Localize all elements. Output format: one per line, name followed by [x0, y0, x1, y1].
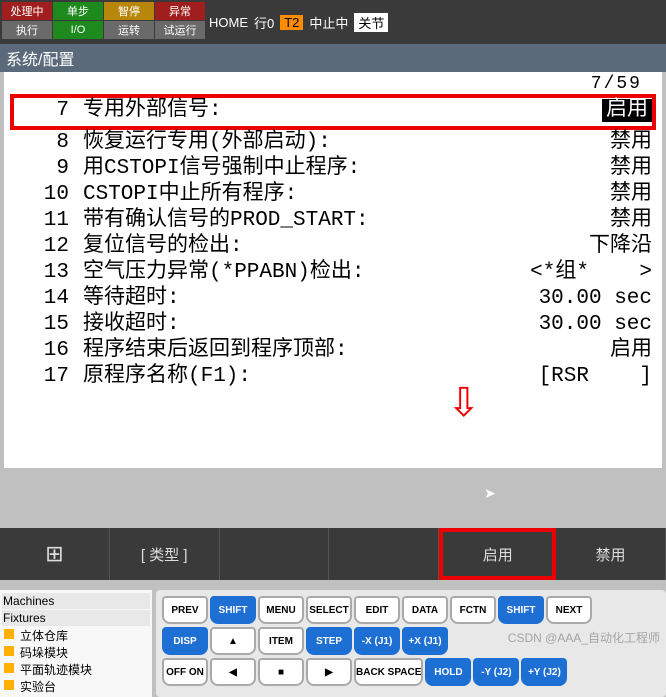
scroll-position: 7/59: [4, 72, 662, 94]
page-title: 系统/配置: [0, 44, 666, 72]
watermark: CSDN @AAA_自动化工程师: [508, 629, 660, 646]
top-btn-5[interactable]: I/O: [53, 21, 103, 39]
tree-item[interactable]: 平面轨迹模块: [2, 661, 150, 678]
key-prev[interactable]: PREV: [162, 596, 208, 624]
row-label: CSTOPI中止所有程序:: [83, 182, 512, 208]
key--x-j1-[interactable]: -X (J1): [354, 627, 400, 655]
row-label: 空气压力异常(*PPABN)检出:: [83, 260, 512, 286]
key-shift[interactable]: SHIFT: [498, 596, 544, 624]
row-value[interactable]: 30.00 sec: [512, 286, 652, 312]
tree-item[interactable]: 码垛模块: [2, 644, 150, 661]
row-number: 16: [14, 338, 83, 364]
tree-machines[interactable]: Machines: [2, 593, 150, 609]
key-edit[interactable]: EDIT: [354, 596, 400, 624]
config-row[interactable]: 13空气压力异常(*PPABN)检出:<*组* >: [14, 260, 652, 286]
key-step[interactable]: STEP: [306, 627, 352, 655]
key-disp[interactable]: DISP: [162, 627, 208, 655]
top-btn-2[interactable]: 智停: [104, 2, 154, 20]
row-number: 9: [14, 156, 83, 182]
key--[interactable]: ■: [258, 658, 304, 686]
row-number: 17: [14, 364, 83, 390]
fkey-menu[interactable]: ⊞: [0, 528, 110, 580]
row-label: 用CSTOPI信号强制中止程序:: [83, 156, 512, 182]
fkey-enable[interactable]: 启用: [439, 528, 556, 580]
config-row[interactable]: 11带有确认信号的PROD_START:禁用: [14, 208, 652, 234]
row-value[interactable]: 禁用: [512, 156, 652, 182]
tree-item[interactable]: 立体仓库: [2, 627, 150, 644]
key--[interactable]: ▲: [210, 627, 256, 655]
status-line: 行0: [254, 13, 274, 32]
key--y-j2-[interactable]: +Y (J2): [521, 658, 567, 686]
key-off-on[interactable]: OFF ON: [162, 658, 208, 686]
config-row[interactable]: 15接收超时:30.00 sec: [14, 312, 652, 338]
top-btn-3[interactable]: 异常: [155, 2, 205, 20]
status-halt: 中止中: [309, 13, 348, 32]
row-value[interactable]: <*组* >: [512, 260, 652, 286]
row-label: 程序结束后返回到程序顶部:: [83, 338, 512, 364]
row-label: 恢复运行专用(外部启动):: [83, 130, 512, 156]
fkey-type[interactable]: [ 类型 ]: [110, 528, 220, 580]
key-select[interactable]: SELECT: [306, 596, 352, 624]
key-next[interactable]: NEXT: [546, 596, 592, 624]
config-row[interactable]: 16程序结束后返回到程序顶部:启用: [14, 338, 652, 364]
config-row[interactable]: 8恢复运行专用(外部启动):禁用: [14, 130, 652, 156]
row-label: 专用外部信号:: [83, 98, 512, 124]
tree-item[interactable]: 实验台: [2, 678, 150, 695]
key-menu[interactable]: MENU: [258, 596, 304, 624]
key-item[interactable]: ITEM: [258, 627, 304, 655]
status-speed: T2: [280, 15, 303, 30]
config-row[interactable]: 7专用外部信号:启用: [14, 98, 652, 124]
row-number: 7: [14, 98, 83, 124]
config-row[interactable]: 14等待超时:30.00 sec: [14, 286, 652, 312]
key--x-j1-[interactable]: +X (J1): [402, 627, 448, 655]
tree-fixtures[interactable]: Fixtures: [2, 610, 150, 626]
mouse-cursor: ➤: [484, 485, 496, 502]
annotation-arrow: ⇩: [447, 380, 481, 426]
row-value[interactable]: 30.00 sec: [512, 312, 652, 338]
config-row[interactable]: 10CSTOPI中止所有程序:禁用: [14, 182, 652, 208]
row-value[interactable]: 启用: [512, 98, 652, 124]
row-label: 等待超时:: [83, 286, 512, 312]
row-label: 复位信号的检出:: [83, 234, 512, 260]
key-fctn[interactable]: FCTN: [450, 596, 496, 624]
row-number: 12: [14, 234, 83, 260]
row-label: 带有确认信号的PROD_START:: [83, 208, 512, 234]
key-back-space[interactable]: BACK SPACE: [354, 658, 423, 686]
config-row[interactable]: 9用CSTOPI信号强制中止程序:禁用: [14, 156, 652, 182]
fkey-blank-2: [329, 528, 439, 580]
row-value[interactable]: 禁用: [512, 208, 652, 234]
row-number: 8: [14, 130, 83, 156]
row-value[interactable]: 启用: [512, 338, 652, 364]
fkey-disable[interactable]: 禁用: [556, 528, 666, 580]
row-number: 14: [14, 286, 83, 312]
key-data[interactable]: DATA: [402, 596, 448, 624]
config-row[interactable]: 12复位信号的检出:下降沿: [14, 234, 652, 260]
row-number: 11: [14, 208, 83, 234]
row-value[interactable]: 禁用: [512, 182, 652, 208]
status-home: HOME: [209, 15, 248, 30]
row-value[interactable]: [RSR ]: [512, 364, 652, 390]
key--[interactable]: ▶: [306, 658, 352, 686]
row-value[interactable]: 禁用: [512, 130, 652, 156]
key--y-j2-[interactable]: -Y (J2): [473, 658, 519, 686]
row-value[interactable]: 下降沿: [512, 234, 652, 260]
row-number: 15: [14, 312, 83, 338]
fkey-blank-1: [220, 528, 330, 580]
key-shift[interactable]: SHIFT: [210, 596, 256, 624]
row-number: 10: [14, 182, 83, 208]
row-number: 13: [14, 260, 83, 286]
top-btn-4[interactable]: 执行: [2, 21, 52, 39]
config-panel: 7/59 7专用外部信号:启用8恢复运行专用(外部启动):禁用9用CSTOPI信…: [4, 72, 662, 468]
status-joint: 关节: [354, 13, 388, 32]
row-label: 接收超时:: [83, 312, 512, 338]
key--[interactable]: ◀: [210, 658, 256, 686]
top-btn-1[interactable]: 单步: [53, 2, 103, 20]
config-row[interactable]: 17原程序名称(F1):[RSR ]: [14, 364, 652, 390]
top-btn-0[interactable]: 处理中: [2, 2, 52, 20]
top-btn-6[interactable]: 运转: [104, 21, 154, 39]
key-hold[interactable]: HOLD: [425, 658, 471, 686]
tree-panel: Machines Fixtures 立体仓库码垛模块平面轨迹模块实验台: [0, 590, 152, 697]
top-btn-7[interactable]: 试运行: [155, 21, 205, 39]
